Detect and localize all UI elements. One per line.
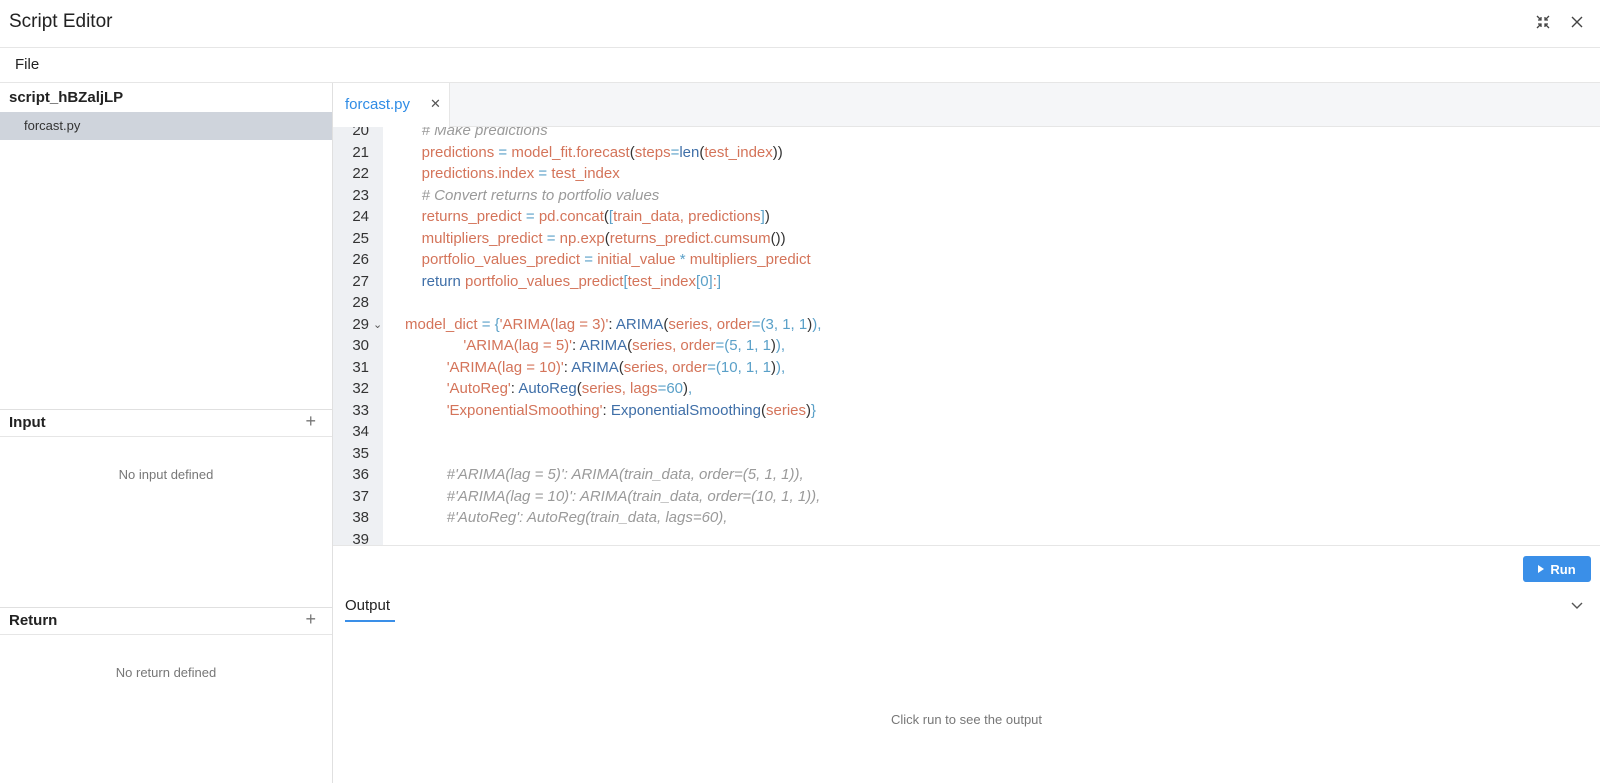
code-text: #'AutoReg': AutoReg(train_data, lags=60)… bbox=[405, 509, 728, 526]
return-label: Return bbox=[9, 612, 58, 629]
run-button[interactable]: Run bbox=[1523, 556, 1591, 582]
window-title: Script Editor bbox=[9, 11, 113, 32]
code-text: return portfolio_values_predict[test_ind… bbox=[421, 272, 722, 290]
code-text: # Make predictions bbox=[405, 127, 548, 139]
code-text: multipliers_predict = np.exp(returns_pre… bbox=[421, 229, 786, 247]
code-line: 35 bbox=[333, 443, 1600, 465]
tab-close-icon[interactable]: ✕ bbox=[430, 96, 441, 112]
input-label: Input bbox=[9, 414, 46, 431]
line-number: 26 bbox=[352, 251, 369, 268]
code-text: portfolio_values_predict = initial_value… bbox=[421, 251, 811, 268]
line-number: 21 bbox=[352, 143, 369, 161]
code-line: 26 portfolio_values_predict = initial_va… bbox=[333, 249, 1600, 271]
code-line: 22 predictions.index = test_index bbox=[333, 163, 1600, 185]
code-editor[interactable]: 20 # Make predictions 21 predictions = mo… bbox=[333, 127, 1600, 545]
line-number: 24 bbox=[352, 208, 369, 225]
line-number: 28 bbox=[352, 294, 369, 311]
code-line: 30 'ARIMA(lag = 5)': ARIMA(series, order… bbox=[333, 335, 1600, 357]
line-number: 39 bbox=[352, 530, 369, 546]
code-line: 20 # Make predictions bbox=[333, 127, 1600, 142]
code-text: 'AutoReg': AutoReg(series, lags=60), bbox=[446, 380, 693, 397]
code-line: 36 #'ARIMA(lag = 5)': ARIMA(train_data, … bbox=[333, 464, 1600, 486]
code-text: #'ARIMA(lag = 5)': ARIMA(train_data, ord… bbox=[405, 466, 804, 483]
tab-forcast[interactable]: forcast.py ✕ bbox=[333, 83, 450, 127]
code-line: 23 # Convert returns to portfolio values bbox=[333, 185, 1600, 207]
line-number: 32 bbox=[352, 380, 369, 397]
code-text: 'ARIMA(lag = 10)': ARIMA(series, order=(… bbox=[446, 358, 786, 376]
code-text: model_dict = {'ARIMA(lag = 3)': ARIMA(se… bbox=[405, 315, 822, 333]
return-empty-note: No return defined bbox=[115, 665, 217, 680]
line-number: 37 bbox=[352, 487, 369, 505]
input-empty-note: No input defined bbox=[118, 467, 214, 482]
fold-chevron-icon[interactable]: ⌄ bbox=[373, 314, 382, 336]
line-number: 31 bbox=[352, 358, 369, 376]
output-tab-indicator bbox=[345, 620, 395, 622]
output-panel: Output Click run to see the output bbox=[333, 590, 1600, 783]
line-number: 36 bbox=[352, 466, 369, 483]
project-name: script_hBZaljLP bbox=[9, 89, 124, 106]
code-line: 32 'AutoReg': AutoReg(series, lags=60), bbox=[333, 378, 1600, 400]
title-bar: Script Editor bbox=[0, 0, 1600, 48]
code-line: 34 bbox=[333, 421, 1600, 443]
code-text: 'ExponentialSmoothing': ExponentialSmoot… bbox=[446, 401, 817, 419]
add-return-button[interactable]: + bbox=[305, 609, 316, 630]
code-line: 39 bbox=[333, 529, 1600, 546]
code-line: 29 ⌄ model_dict = {'ARIMA(lag = 3)': ARIMA… bbox=[333, 314, 1600, 336]
line-number: 34 bbox=[352, 423, 369, 440]
close-icon[interactable] bbox=[1567, 12, 1587, 32]
line-number: 20 bbox=[352, 127, 369, 139]
play-icon bbox=[1538, 565, 1545, 573]
collapse-icon[interactable] bbox=[1533, 12, 1553, 32]
line-number: 25 bbox=[352, 229, 369, 247]
code-text: #'ARIMA(lag = 10)': ARIMA(train_data, or… bbox=[405, 487, 821, 505]
tab-label: forcast.py bbox=[345, 96, 411, 113]
editor-tab-bar: forcast.py ✕ bbox=[333, 83, 1600, 127]
chevron-down-icon[interactable] bbox=[1570, 598, 1584, 615]
code-line: 27 return portfolio_values_predict[test_… bbox=[333, 271, 1600, 293]
left-panel: script_hBZaljLP forcast.py Input + No in… bbox=[0, 83, 333, 783]
code-line: 25 multipliers_predict = np.exp(returns_… bbox=[333, 228, 1600, 250]
menu-bar: File bbox=[0, 48, 1600, 83]
tab-output[interactable]: Output bbox=[345, 597, 390, 614]
line-number: 23 bbox=[352, 186, 369, 204]
file-menu[interactable]: File bbox=[15, 56, 39, 73]
output-hint: Click run to see the output bbox=[890, 712, 1043, 727]
add-input-button[interactable]: + bbox=[305, 411, 316, 432]
code-line: 31 'ARIMA(lag = 10)': ARIMA(series, orde… bbox=[333, 357, 1600, 379]
line-number: 27 bbox=[352, 272, 369, 290]
code-text: predictions = model_fit.forecast(steps=l… bbox=[421, 143, 783, 161]
run-bar: Run bbox=[333, 545, 1600, 591]
code-line: 21 predictions = model_fit.forecast(step… bbox=[333, 142, 1600, 164]
run-label: Run bbox=[1550, 561, 1576, 577]
code-line: 24 returns_predict = pd.concat([train_da… bbox=[333, 206, 1600, 228]
line-number: 35 bbox=[352, 444, 369, 462]
code-text: # Convert returns to portfolio values bbox=[405, 186, 660, 204]
line-number: 38 bbox=[352, 509, 369, 526]
code-line: 28 bbox=[333, 292, 1600, 314]
input-section-header: Input + bbox=[0, 409, 332, 437]
code-line: 37 #'ARIMA(lag = 10)': ARIMA(train_data,… bbox=[333, 486, 1600, 508]
code-text: predictions.index = test_index bbox=[421, 165, 620, 182]
line-number: 29 bbox=[352, 315, 369, 333]
code-text: returns_predict = pd.concat([train_data,… bbox=[421, 208, 770, 225]
code-text: 'ARIMA(lag = 5)': ARIMA(series, order=(5… bbox=[463, 337, 786, 354]
line-number: 30 bbox=[352, 337, 369, 354]
code-line: 33 'ExponentialSmoothing': ExponentialSm… bbox=[333, 400, 1600, 422]
line-number: 22 bbox=[352, 165, 369, 182]
file-item-forcast[interactable]: forcast.py bbox=[0, 112, 332, 140]
code-line: 38 #'AutoReg': AutoReg(train_data, lags=… bbox=[333, 507, 1600, 529]
line-number: 33 bbox=[352, 401, 369, 419]
return-section-header: Return + bbox=[0, 607, 332, 635]
file-item-label: forcast.py bbox=[24, 118, 81, 133]
